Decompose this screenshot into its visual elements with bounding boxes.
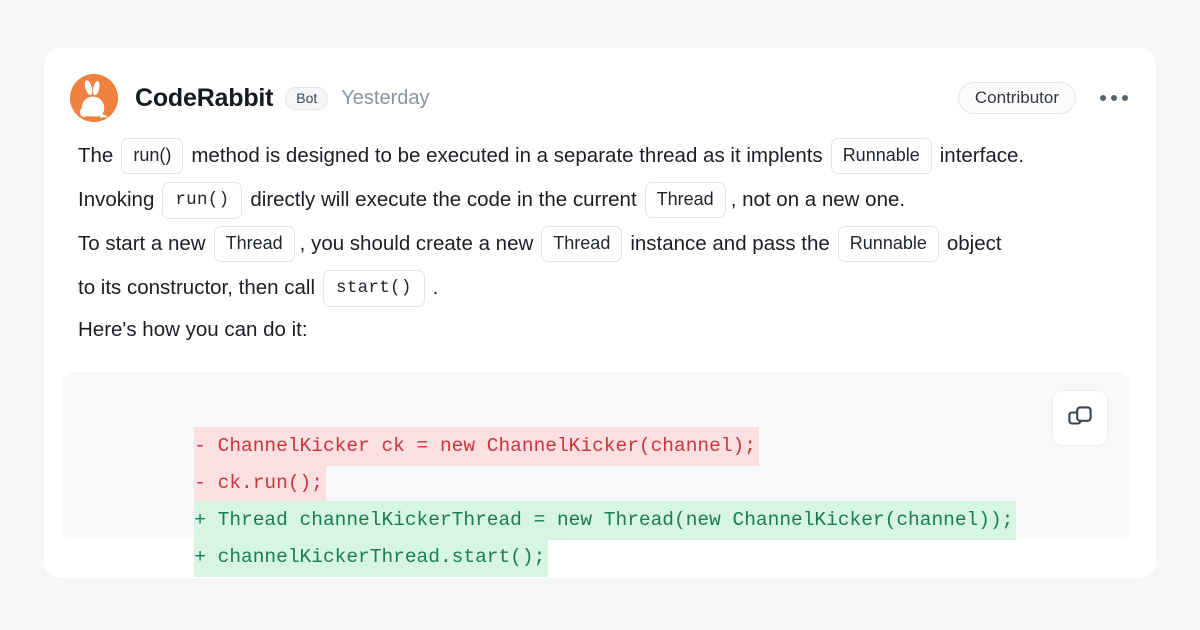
body-line-4: to its constructor, then call start() . [78,266,1130,310]
kebab-menu-icon[interactable] [1098,89,1130,107]
text-segment: Here's how you can do it: [78,318,308,341]
inline-code-run: run() [121,138,184,174]
text-segment: , you should create a new [299,232,534,255]
contributor-badge: Contributor [957,82,1076,114]
text-segment: instance and pass the [630,232,830,255]
text-segment: object [946,232,1002,255]
inline-code-thread: Thread [541,226,623,262]
comment-body: The run() method is designed to be execu… [78,134,1130,350]
author-name[interactable]: CodeRabbit [135,84,273,113]
copy-icon[interactable] [1052,390,1108,446]
text-segment: method is designed to be executed in a s… [191,144,823,167]
text-segment: . [432,276,439,299]
header-actions: Contributor [957,82,1130,114]
text-segment: Invoking [78,188,155,211]
comment-timestamp[interactable]: Yesterday [341,87,429,110]
comment-header: CodeRabbit Bot Yesterday Contributor [70,70,1130,126]
rabbit-avatar-icon[interactable] [70,74,118,122]
inline-code-thread: Thread [213,226,295,262]
code-block: - ChannelKicker ck = new ChannelKicker(c… [62,372,1130,577]
text-segment: directly will execute the code in the cu… [250,188,637,211]
body-line-3: To start a new Thread , you should creat… [78,222,1130,266]
code-line-text: - ck.run(); [194,464,326,503]
code-line-text: + channelKickerThread.start(); [194,538,549,577]
body-line-5: Here's how you can do it: [78,310,1130,350]
text-segment: interface. [939,144,1025,167]
inline-code-thread: Thread [644,182,726,218]
code-line-removed: - ChannelKicker ck = new ChannelKicker(c… [62,390,1130,466]
bot-badge: Bot [285,86,329,110]
text-segment: The [78,144,114,167]
code-line-text: + Thread channelKickerThread = new Threa… [194,501,1017,540]
code-line-text: - ChannelKicker ck = new ChannelKicker(c… [194,427,759,466]
comment-card: CodeRabbit Bot Yesterday Contributor The… [44,48,1156,578]
inline-code-runnable: Runnable [830,138,932,174]
text-segment: to its constructor, then call [78,276,316,299]
body-line-1: The run() method is designed to be execu… [78,134,1130,178]
inline-code-runnable: Runnable [837,226,939,262]
text-segment: , not on a new one. [730,188,906,211]
text-segment: To start a new [78,232,206,255]
inline-code-start: start() [323,269,425,307]
body-line-2: Invoking run() directly will execute the… [78,178,1130,222]
inline-code-run: run() [162,181,243,219]
